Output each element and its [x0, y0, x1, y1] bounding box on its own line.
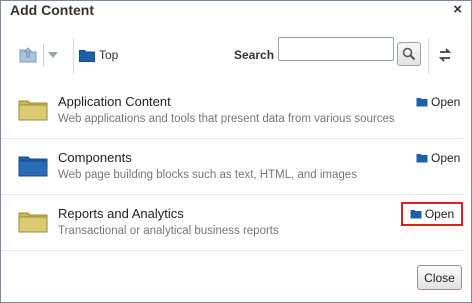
- open-folder-icon: [416, 98, 428, 107]
- list-item: Application Content Web applications and…: [1, 83, 463, 139]
- swap-arrows-icon[interactable]: [437, 47, 453, 63]
- item-description: Transactional or analytical business rep…: [58, 225, 279, 237]
- open-button[interactable]: Open: [401, 202, 463, 226]
- open-label: Open: [424, 207, 455, 221]
- toolbar: Top Search: [1, 30, 471, 80]
- list-item: Components Web page building blocks such…: [1, 139, 463, 195]
- item-description: Web page building blocks such as text, H…: [58, 169, 357, 181]
- toolbar-divider: [43, 44, 44, 66]
- search-button[interactable]: [397, 42, 421, 66]
- item-description: Web applications and tools that present …: [58, 113, 395, 125]
- dialog-title: Add Content: [10, 2, 94, 18]
- search-input[interactable]: [278, 37, 394, 61]
- folder-icon: [18, 156, 48, 177]
- folder-icon: [79, 49, 95, 62]
- item-name: Application Content: [58, 94, 171, 109]
- open-label: Open: [431, 95, 461, 109]
- toolbar-divider: [73, 38, 74, 74]
- folder-icon: [18, 100, 48, 121]
- chevron-down-icon[interactable]: [47, 48, 59, 60]
- search-label: Search: [234, 48, 275, 62]
- open-folder-icon: [410, 210, 422, 219]
- search-icon: [402, 47, 416, 61]
- item-name: Reports and Analytics: [58, 206, 184, 221]
- open-folder-icon: [416, 154, 428, 163]
- top-breadcrumb[interactable]: Top: [79, 46, 118, 64]
- close-icon[interactable]: ×: [453, 1, 462, 19]
- add-content-dialog: Add Content × Top Search Application Con…: [0, 0, 472, 303]
- top-breadcrumb-label: Top: [99, 48, 119, 62]
- folder-icon: [18, 212, 48, 233]
- dialog-titlebar: Add Content ×: [1, 1, 471, 21]
- open-label: Open: [431, 151, 461, 165]
- list-item: Reports and Analytics Transactional or a…: [1, 195, 463, 251]
- open-button[interactable]: Open: [416, 95, 460, 109]
- open-button[interactable]: Open: [416, 151, 460, 165]
- close-button[interactable]: Close: [417, 265, 462, 290]
- item-name: Components: [58, 150, 132, 165]
- toolbar-divider: [428, 38, 429, 74]
- folder-up-icon[interactable]: [17, 44, 39, 64]
